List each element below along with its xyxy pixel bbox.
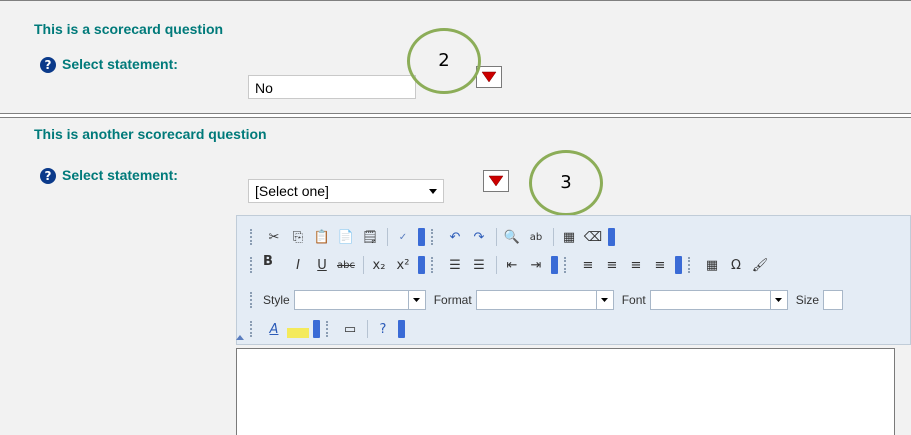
- format-label: Format: [433, 293, 472, 307]
- cut-icon[interactable]: ✂: [263, 226, 285, 248]
- paint-icon[interactable]: 🖌: [749, 254, 771, 276]
- toolbar-expand-icon[interactable]: [313, 320, 320, 338]
- bold-icon[interactable]: B: [263, 254, 285, 276]
- style-combo[interactable]: [293, 290, 426, 310]
- editor-text-area[interactable]: [236, 348, 895, 435]
- toolbar-row-3: Style Format Font Size: [250, 288, 851, 312]
- align-center-icon[interactable]: ≡: [601, 254, 623, 276]
- toolbar-grip[interactable]: [250, 292, 255, 308]
- paste-word-icon[interactable]: 🗒: [359, 226, 381, 248]
- toolbar-expand-icon[interactable]: [675, 256, 682, 274]
- spellcheck-icon[interactable]: ✓: [392, 226, 414, 248]
- question-1-section: This is a scorecard question ? Select st…: [0, 0, 911, 114]
- question-2-select[interactable]: [Select one]: [248, 179, 444, 203]
- subscript-icon[interactable]: x₂: [368, 254, 390, 276]
- undo-icon[interactable]: ↶: [444, 226, 466, 248]
- question-1-dropdown-button[interactable]: [476, 66, 502, 88]
- size-label: Size: [795, 293, 820, 307]
- toolbar-expand-icon[interactable]: [418, 228, 425, 246]
- underline-icon[interactable]: U: [311, 254, 333, 276]
- chevron-down-icon: [407, 291, 425, 309]
- special-char-icon[interactable]: Ω: [725, 254, 747, 276]
- select-all-icon[interactable]: ▦: [558, 226, 580, 248]
- justify-icon[interactable]: ≡: [649, 254, 671, 276]
- size-combo[interactable]: [823, 290, 844, 310]
- question-1-value-field[interactable]: No: [248, 75, 416, 99]
- italic-icon[interactable]: I: [287, 254, 309, 276]
- font-label: Font: [621, 293, 646, 307]
- toolbar-row-2: B I U abc x₂ x² ☰ ☰ ⇤ ⇥ ≡ ≡ ≡ ≡ ▦ Ω 🖌: [250, 253, 773, 277]
- toolbar-expand-icon[interactable]: [551, 256, 558, 274]
- strikethrough-icon[interactable]: abc: [335, 254, 357, 276]
- indent-icon[interactable]: ⇥: [525, 254, 547, 276]
- toolbar-separator: [496, 256, 497, 274]
- paste-icon[interactable]: 📋: [311, 226, 333, 248]
- red-triangle-icon: [481, 71, 497, 83]
- toolbar-grip[interactable]: [564, 257, 569, 273]
- question-2-title: This is another scorecard question: [34, 126, 267, 142]
- toolbar-separator: [363, 256, 364, 274]
- style-label: Style: [263, 293, 290, 307]
- find-icon[interactable]: 🔍: [501, 226, 523, 248]
- font-combo[interactable]: [649, 290, 788, 310]
- align-left-icon[interactable]: ≡: [577, 254, 599, 276]
- toolbar-row-1: ✂ ⎘ 📋 📄 🗒 ✓ ↶ ↷ 🔍 ab ▦ ⌫: [250, 225, 621, 249]
- collapse-toolbar-icon[interactable]: [236, 335, 244, 340]
- toolbar-grip[interactable]: [688, 257, 693, 273]
- eraser-icon[interactable]: ⌫: [582, 226, 604, 248]
- toolbar-grip[interactable]: [250, 321, 255, 337]
- copy-icon[interactable]: ⎘: [287, 226, 309, 248]
- help-icon[interactable]: ?: [40, 57, 56, 73]
- redo-icon[interactable]: ↷: [468, 226, 490, 248]
- numbered-list-icon[interactable]: ☰: [444, 254, 466, 276]
- toolbar-grip[interactable]: [250, 229, 255, 245]
- question-2-dropdown-button[interactable]: [483, 170, 509, 192]
- text-color-icon[interactable]: A: [263, 318, 285, 340]
- toolbar-separator: [496, 228, 497, 246]
- bulleted-list-icon[interactable]: ☰: [468, 254, 490, 276]
- maximize-icon[interactable]: ▭: [339, 318, 361, 340]
- table-icon[interactable]: ▦: [701, 254, 723, 276]
- question-1-title: This is a scorecard question: [34, 21, 224, 37]
- chevron-down-icon: [769, 291, 787, 309]
- question-2-label: Select statement:: [62, 167, 178, 183]
- toolbar-separator: [367, 320, 368, 338]
- toolbar-grip[interactable]: [431, 229, 436, 245]
- annotation-circle-3: 3: [529, 150, 603, 216]
- paste-text-icon[interactable]: 📄: [335, 226, 357, 248]
- help-about-icon[interactable]: ?: [372, 318, 394, 340]
- outdent-icon[interactable]: ⇤: [501, 254, 523, 276]
- toolbar-grip[interactable]: [431, 257, 436, 273]
- toolbar-separator: [553, 228, 554, 246]
- help-icon[interactable]: ?: [40, 168, 56, 184]
- toolbar-expand-icon[interactable]: [418, 256, 425, 274]
- question-1-label: Select statement:: [62, 56, 178, 72]
- replace-icon[interactable]: ab: [525, 226, 547, 248]
- format-combo[interactable]: [475, 290, 614, 310]
- toolbar-row-4: A ▭ ?: [250, 317, 411, 341]
- toolbar-expand-icon[interactable]: [608, 228, 615, 246]
- toolbar-expand-icon[interactable]: [398, 320, 405, 338]
- superscript-icon[interactable]: x²: [392, 254, 414, 276]
- question-2-select-value: [Select one]: [255, 183, 329, 199]
- annotation-circle-2: 2: [407, 28, 481, 94]
- background-color-icon[interactable]: [287, 328, 309, 338]
- toolbar-grip[interactable]: [326, 321, 331, 337]
- toolbar-grip[interactable]: [250, 257, 255, 273]
- toolbar-separator: [387, 228, 388, 246]
- rich-text-editor: ✂ ⎘ 📋 📄 🗒 ✓ ↶ ↷ 🔍 ab ▦ ⌫ B I U abc x₂ x²…: [236, 215, 911, 435]
- chevron-down-icon: [595, 291, 613, 309]
- red-triangle-icon: [488, 175, 504, 187]
- chevron-down-icon: [429, 189, 437, 194]
- align-right-icon[interactable]: ≡: [625, 254, 647, 276]
